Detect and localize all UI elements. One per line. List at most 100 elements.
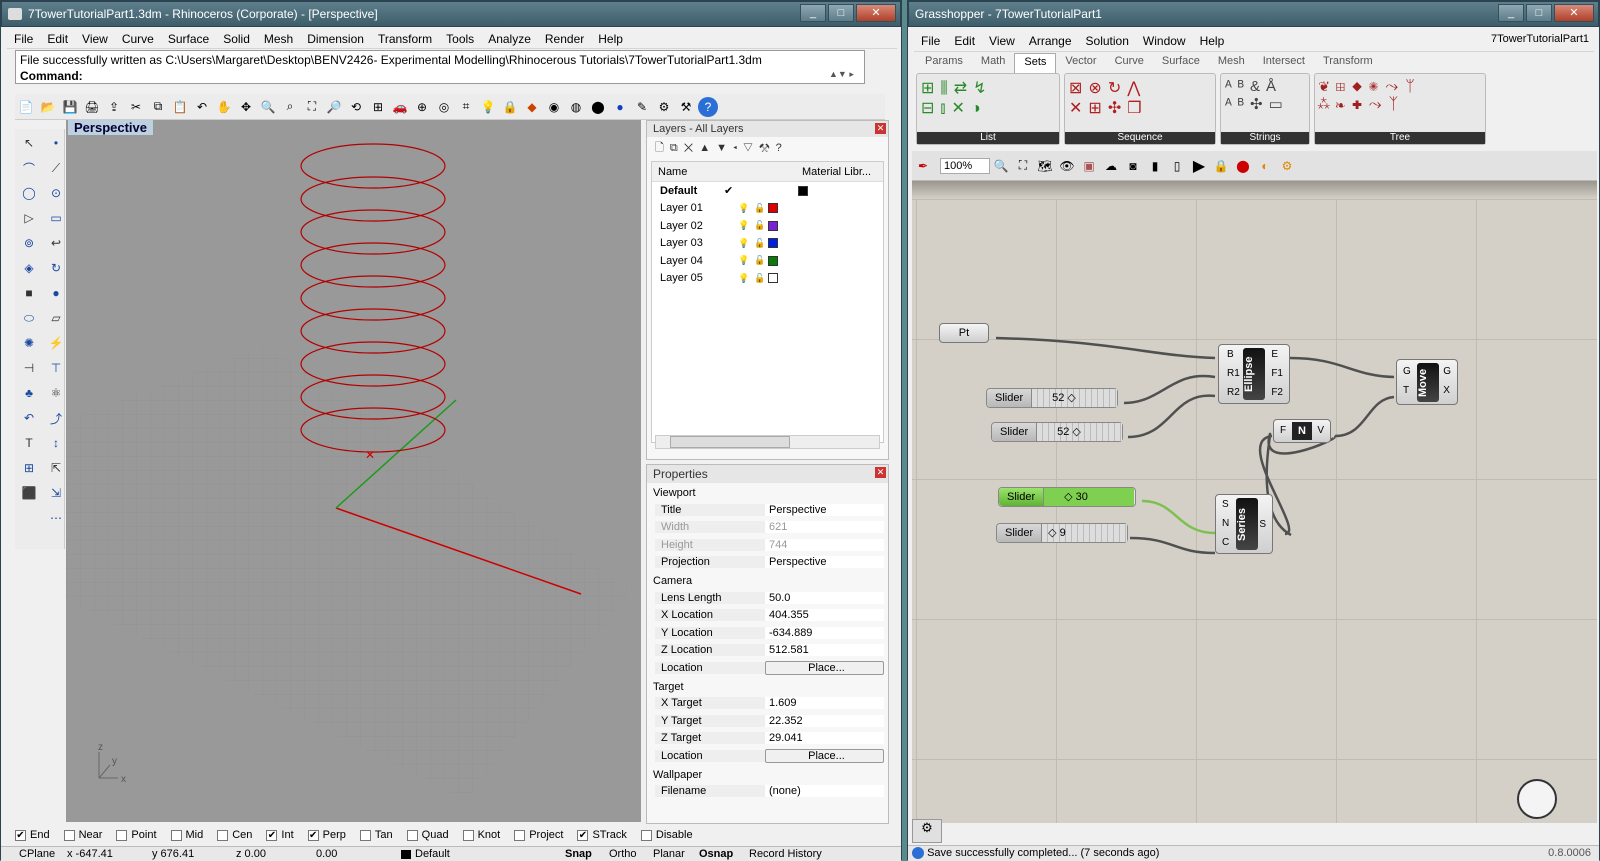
history-scroll[interactable]: ▲▼ ▸ — [829, 69, 869, 83]
ellipse-curve[interactable] — [300, 308, 446, 354]
osnap-checkbox[interactable]: ✔ — [15, 829, 26, 841]
palette-select-icon[interactable]: ↖ — [19, 133, 39, 153]
osnap-checkbox[interactable]: ✔ — [577, 829, 589, 841]
gh-menu-help[interactable]: Help — [1193, 34, 1232, 48]
gh-slider-2-value[interactable]: 52 ◇ — [1037, 423, 1122, 441]
properties-close-icon[interactable]: ✕ — [875, 467, 886, 478]
gh-menu-view[interactable]: View — [982, 34, 1022, 48]
gh-tab-math[interactable]: Math — [972, 53, 1014, 73]
gh-zoom-icon[interactable]: 🔍 — [991, 156, 1011, 176]
palette-analyze-icon[interactable]: ⚛ — [46, 383, 66, 403]
layer-name[interactable]: Layer 02 — [652, 220, 724, 232]
osnap-checkbox[interactable] — [359, 829, 371, 841]
gh-slider-4[interactable]: Slider ◇ 9 — [996, 523, 1128, 543]
move-view-icon[interactable]: ✥ — [236, 97, 256, 117]
osnap-quad[interactable]: Quad — [406, 829, 449, 841]
rhino-menu-surface[interactable]: Surface — [161, 32, 216, 46]
list-components-icons[interactable]: ⊞⫼⇄↯ ⊟⫾✕◑ — [917, 74, 1059, 122]
gh-menu-edit[interactable]: Edit — [947, 34, 982, 48]
gh-ellipse-component[interactable]: B R1 R2 Ellipse E F1 F2 — [1218, 344, 1290, 404]
minimize-button[interactable]: _ — [800, 4, 826, 22]
gh-slider-2[interactable]: Slider 52 ◇ — [991, 422, 1123, 442]
gh-series-component[interactable]: SNC Series S — [1215, 494, 1273, 554]
save-icon[interactable]: 💾 — [60, 97, 80, 117]
ellipse-curve[interactable] — [300, 143, 446, 189]
osnap-checkbox[interactable] — [406, 829, 418, 841]
ellipse-out-f2[interactable]: F2 — [1271, 383, 1283, 402]
rhino-menu-transform[interactable]: Transform — [371, 32, 439, 46]
osnap-checkbox[interactable] — [63, 829, 75, 841]
rhino-menu-mesh[interactable]: Mesh — [257, 32, 300, 46]
osnap-checkbox[interactable] — [116, 829, 128, 841]
palette-curve-icon[interactable]: ⟋ — [46, 158, 66, 178]
gh-menu-window[interactable]: Window — [1136, 34, 1193, 48]
rhino-menu-curve[interactable]: Curve — [115, 32, 161, 46]
gh-slider-4-value[interactable]: ◇ 9 — [1042, 524, 1127, 542]
ellipse-in-b[interactable]: B — [1227, 345, 1240, 364]
osnap-tan[interactable]: Tan — [359, 829, 393, 841]
shaded-sphere-icon[interactable]: ● — [610, 97, 630, 117]
rhino-menu-dimension[interactable]: Dimension — [300, 32, 371, 46]
layer-color-swatch[interactable] — [798, 185, 808, 196]
rhino-menu-edit[interactable]: Edit — [40, 32, 75, 46]
command-prompt[interactable]: Command: — [20, 68, 860, 84]
gh-lock-icon[interactable]: 🔒 — [1211, 156, 1231, 176]
gh-slider-1[interactable]: Slider 52 ◇ — [986, 388, 1118, 408]
palette-transform-icon[interactable]: ⇲ — [46, 483, 66, 503]
gh-move-component[interactable]: GT Move GX — [1396, 359, 1458, 405]
undo-icon[interactable]: ↶ — [192, 97, 212, 117]
gh-point-param[interactable]: Pt — [939, 323, 989, 343]
palette-point-icon[interactable]: • — [46, 133, 66, 153]
prop-value[interactable]: 512.581 — [765, 644, 884, 657]
gh-menu-arrange[interactable]: Arrange — [1022, 34, 1079, 48]
palette-split-icon[interactable]: ⊤ — [46, 358, 66, 378]
gh-tab-mesh[interactable]: Mesh — [1209, 53, 1254, 73]
gh-tab-curve[interactable]: Curve — [1106, 53, 1153, 73]
palette-boolean-icon[interactable]: ⚡ — [46, 333, 66, 353]
maximize-button[interactable]: □ — [828, 4, 854, 22]
current-layer-swatch[interactable] — [401, 850, 411, 859]
osnap-perp[interactable]: ✔ Perp — [307, 829, 346, 841]
palette-sphere-icon[interactable]: ● — [46, 283, 66, 303]
prop-value[interactable]: 744 — [765, 538, 884, 551]
layer-name[interactable]: Layer 04 — [652, 255, 724, 267]
zoom-selected-icon[interactable]: 🔎 — [324, 97, 344, 117]
osnap-checkbox[interactable] — [514, 829, 526, 841]
palette-trim-icon[interactable]: ⊣ — [19, 358, 39, 378]
unit-in-f[interactable]: F — [1280, 421, 1286, 440]
move-in-g[interactable]: G — [1403, 362, 1411, 381]
gh-tab-surface[interactable]: Surface — [1153, 53, 1209, 73]
palette-mesh-icon[interactable]: ⬛ — [19, 483, 39, 503]
osnap-checkbox[interactable] — [640, 829, 652, 841]
osnap-checkbox[interactable] — [462, 829, 474, 841]
gh-zoom-field[interactable]: 100% — [940, 157, 990, 174]
prop-value[interactable]: 1.609 — [765, 697, 884, 710]
gh-zoom-extents-icon[interactable]: ⛶ — [1013, 156, 1033, 176]
ellipse-curve[interactable] — [300, 275, 446, 321]
car-icon[interactable]: 🚗 — [390, 97, 410, 117]
rhino-menu-file[interactable]: File — [7, 32, 40, 46]
options-icon[interactable]: ⚙ — [654, 97, 674, 117]
layers-hscroll[interactable] — [655, 435, 880, 449]
current-check-icon[interactable]: ✔ — [724, 184, 738, 197]
record-history-toggle[interactable]: Record History — [749, 847, 822, 861]
osnap-near[interactable]: Near — [63, 829, 102, 841]
gh-slider-3[interactable]: Slider ◇ 30 — [998, 487, 1136, 507]
layer-row[interactable]: Default ✔ — [652, 182, 883, 200]
lightbulb-icon[interactable]: 💡 — [738, 255, 754, 266]
unlock-icon[interactable]: 🔓 — [754, 255, 768, 266]
osnap-int[interactable]: ✔ Int — [266, 829, 294, 841]
lightbulb-icon[interactable]: 💡 — [738, 203, 754, 214]
grid-icon[interactable]: ⊕ — [412, 97, 432, 117]
prop-value[interactable]: 50.0 — [765, 591, 884, 604]
osnap-disable[interactable]: Disable — [640, 829, 693, 841]
strings-components-icons[interactable]: ᴬᴮ&Å ᴬᴮ✣▭ — [1221, 74, 1309, 117]
gh-tab-params[interactable]: Params — [916, 53, 972, 73]
osnap-project[interactable]: Project — [514, 829, 563, 841]
prop-value[interactable]: 29.041 — [765, 732, 884, 745]
layer-name[interactable]: Layer 03 — [652, 237, 724, 249]
properties-icon[interactable]: ⚒ — [676, 97, 696, 117]
planar-toggle[interactable]: Planar — [653, 847, 699, 861]
osnap-point[interactable]: Point — [116, 829, 157, 841]
ellipse-in-r1[interactable]: R1 — [1227, 364, 1240, 383]
